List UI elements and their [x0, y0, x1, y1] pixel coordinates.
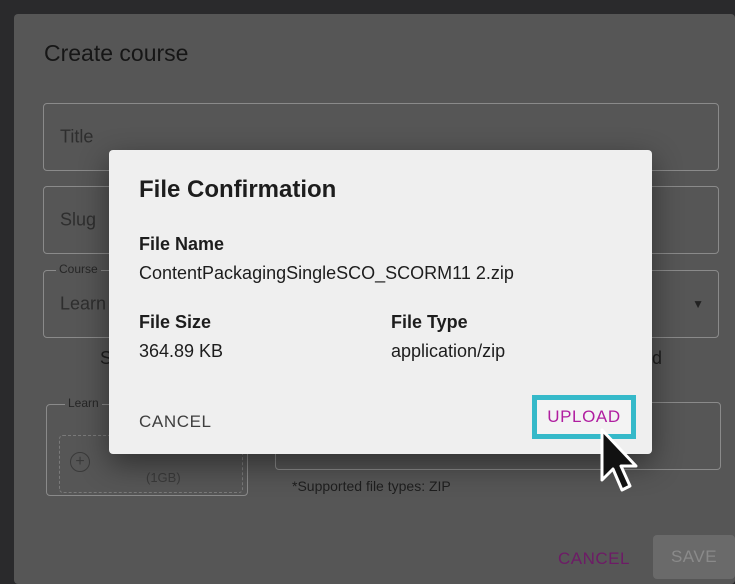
create-course-save-button[interactable]: SAVE [653, 535, 735, 579]
file-name-value: ContentPackagingSingleSCO_SCORM11 2.zip [139, 263, 514, 283]
create-course-cancel-button[interactable]: CANCEL [558, 549, 630, 569]
dialog-cancel-button[interactable]: CANCEL [131, 406, 220, 438]
file-size-label: File Size [139, 312, 212, 332]
file-confirmation-dialog: File Confirmation File Name ContentPacka… [109, 150, 652, 454]
file-name-label: File Name [139, 234, 225, 254]
description-text-right: d [652, 348, 663, 368]
slug-placeholder: Slug [60, 209, 97, 230]
file-size-value: 364.89 KB [139, 341, 224, 361]
title-placeholder: Title [60, 126, 94, 147]
upload-size-note: (1GB) [146, 470, 181, 485]
upload-box-legend: Learn [65, 396, 102, 410]
mouse-cursor-icon [600, 428, 638, 492]
file-type-value: application/zip [391, 341, 506, 361]
file-type-label: File Type [391, 312, 468, 332]
plus-circle-icon: + [70, 452, 90, 472]
supported-types-note: *Supported file types: ZIP [292, 478, 451, 494]
dialog-title: File Confirmation [139, 176, 337, 203]
caret-down-icon: ▼ [692, 297, 704, 311]
course-type-legend: Course [56, 262, 101, 276]
create-course-title: Create course [44, 40, 189, 66]
course-type-value: Learn [60, 293, 107, 314]
